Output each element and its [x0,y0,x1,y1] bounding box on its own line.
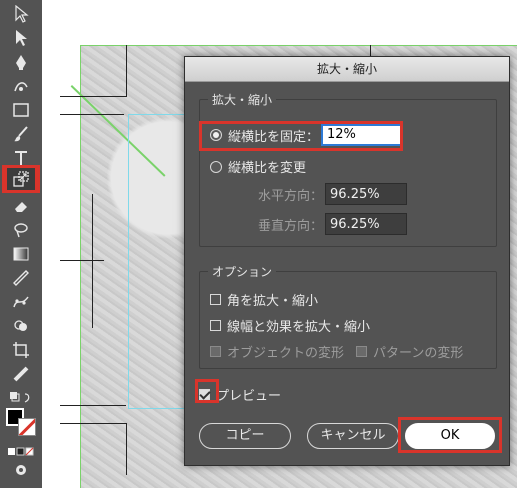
paintbrush-tool-icon[interactable] [6,122,36,146]
horizontal-row: 水平方向： 96.25% [258,183,408,205]
bounding-box-bottom [128,408,188,409]
scale-strokes-checkbox[interactable] [210,320,221,331]
options-group: オプション 角を拡大・縮小 線幅と効果を拡大・縮小 オブジェクトの変形 パターン… [199,263,497,369]
lasso-tool-icon[interactable] [6,218,36,242]
scale-strokes-label: 線幅と効果を拡大・縮小 [227,320,371,335]
rectangle-tool-icon[interactable] [6,98,36,122]
scale-group: 拡大・縮小 縦横比を固定： 12% 縦横比を変更 水平方向： 96.25% 垂直… [199,91,497,247]
preview-label: プレビュー [216,389,282,404]
scale-tool-icon[interactable] [4,165,38,193]
measure-tool-icon[interactable] [6,362,36,386]
transform-options-row: オブジェクトの変形 パターンの変形 [210,342,463,361]
preview-checkbox[interactable] [199,389,210,400]
uniform-scale-input[interactable]: 12% [321,124,404,146]
registration-mark [92,194,93,328]
gradient-tool-icon[interactable] [6,242,36,266]
preview-row: プレビュー [199,385,281,404]
options-group-title: オプション [208,263,277,280]
transform-patterns-checkbox [356,346,368,357]
puppet-warp-tool-icon[interactable] [6,290,36,314]
horizontal-scale-input[interactable]: 96.25% [325,183,408,205]
uniform-row: 縦横比を固定： 12% [210,124,404,146]
ok-button[interactable]: OK [405,423,495,449]
scale-strokes-row: 線幅と効果を拡大・縮小 [210,316,370,335]
artboard-guide-top [80,45,517,46]
nonuniform-radio[interactable] [210,160,222,173]
direct-selection-tool-icon[interactable] [6,26,36,50]
eyedropper-tool-icon[interactable] [6,266,36,290]
crop-mark [126,45,127,97]
fill-stroke-swatch[interactable] [6,408,38,436]
crop-tool-icon[interactable] [6,338,36,362]
swap-colors-icon[interactable] [6,386,36,410]
transform-patterns-label: パターンの変形 [373,346,464,361]
scale-corners-row: 角を拡大・縮小 [210,290,318,309]
transform-objects-checkbox [210,346,221,357]
transform-objects-label: オブジェクトの変形 [227,346,345,361]
scale-corners-label: 角を拡大・縮小 [227,294,319,309]
copy-button[interactable]: コピー [199,423,291,449]
scale-dialog: 拡大・縮小 拡大・縮小 縦横比を固定： 12% 縦横比を変更 水平方向： 96.… [184,56,510,466]
uniform-radio[interactable] [210,129,222,141]
scale-group-title: 拡大・縮小 [208,91,277,108]
crop-mark [60,423,126,424]
pen-tool-icon[interactable] [6,50,36,74]
eraser-tool-icon[interactable] [6,194,36,218]
scale-corners-checkbox[interactable] [210,294,221,305]
bounding-box-left [128,114,129,409]
selection-tool-icon[interactable] [6,2,36,26]
shape-builder-tool-icon[interactable] [6,314,36,338]
crop-mark [60,96,126,97]
crop-mark [60,114,124,115]
nonuniform-row: 縦横比を変更 [210,157,306,176]
crop-mark [126,423,127,475]
vertical-row: 垂直方向： 96.25% [258,213,408,235]
horizontal-label: 水平方向： [258,188,324,204]
vertical-label: 垂直方向： [258,218,324,234]
artboard-guide-left [80,45,81,488]
curvature-tool-icon[interactable] [6,74,36,98]
cancel-button[interactable]: キャンセル [307,423,399,449]
vertical-scale-input[interactable]: 96.25% [325,213,408,235]
bounding-box-top [128,114,188,115]
crop-mark [60,405,126,406]
draw-mode-icon[interactable] [6,458,36,482]
tools-panel [0,0,43,488]
uniform-label: 縦横比を固定： [228,129,320,145]
nonuniform-label: 縦横比を変更 [228,161,307,176]
registration-mark [60,260,104,261]
dialog-title: 拡大・縮小 [185,57,509,82]
